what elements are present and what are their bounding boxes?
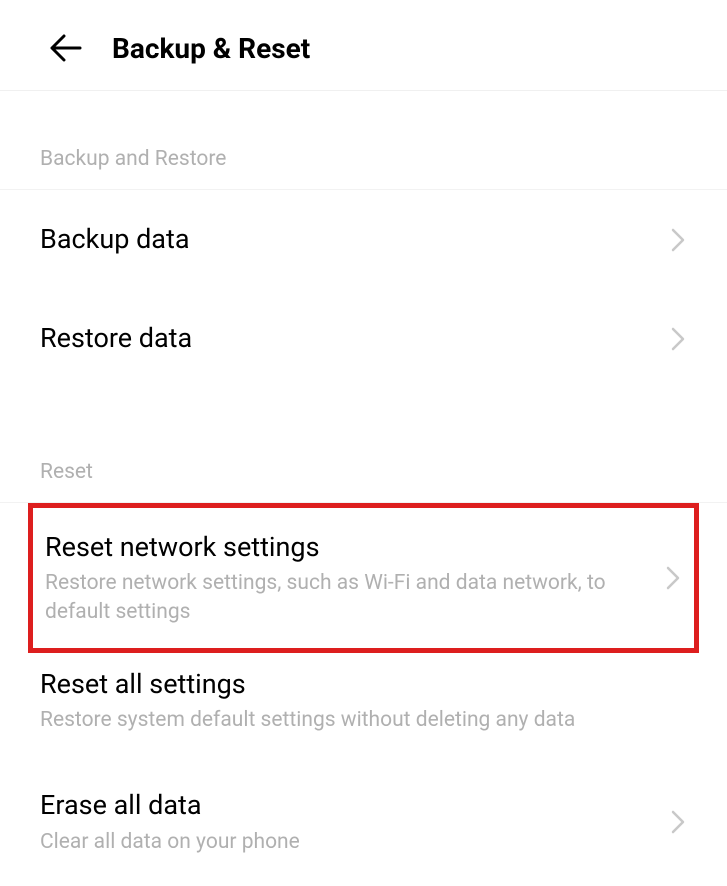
chevron-right-icon xyxy=(669,226,687,254)
list-item-content: Reset all settings Restore system defaul… xyxy=(40,667,687,734)
item-subtitle: Restore system default settings without … xyxy=(40,706,687,734)
chevron-right-icon xyxy=(669,325,687,353)
content-area: Backup and Restore Backup data Restore d… xyxy=(0,91,727,886)
list-item-content: Backup data xyxy=(40,222,657,257)
reset-network-settings-item[interactable]: Reset network settings Restore network s… xyxy=(28,503,699,653)
item-subtitle: Clear all data on your phone xyxy=(40,828,657,856)
item-title: Erase all data xyxy=(40,788,657,823)
item-subtitle: Restore network settings, such as Wi-Fi … xyxy=(45,569,664,626)
section-header-reset: Reset xyxy=(0,388,727,503)
list-item-content: Reset network settings Restore network s… xyxy=(45,530,664,626)
item-title: Reset all settings xyxy=(40,667,687,702)
item-title: Restore data xyxy=(40,321,657,356)
backup-data-item[interactable]: Backup data xyxy=(0,190,727,289)
list-item-content: Erase all data Clear all data on your ph… xyxy=(40,788,657,855)
page-title: Backup & Reset xyxy=(112,32,310,65)
restore-data-item[interactable]: Restore data xyxy=(0,289,727,388)
chevron-right-icon xyxy=(664,564,682,592)
item-title: Backup data xyxy=(40,222,657,257)
list-item-content: Restore data xyxy=(40,321,657,356)
erase-all-data-item[interactable]: Erase all data Clear all data on your ph… xyxy=(0,764,727,885)
section-header-backup: Backup and Restore xyxy=(0,91,727,190)
chevron-right-icon xyxy=(669,808,687,836)
item-title: Reset network settings xyxy=(45,530,664,565)
back-arrow-icon xyxy=(50,34,82,62)
reset-all-settings-item[interactable]: Reset all settings Restore system defaul… xyxy=(0,653,727,764)
back-button[interactable] xyxy=(48,30,84,66)
header-bar: Backup & Reset xyxy=(0,0,727,91)
